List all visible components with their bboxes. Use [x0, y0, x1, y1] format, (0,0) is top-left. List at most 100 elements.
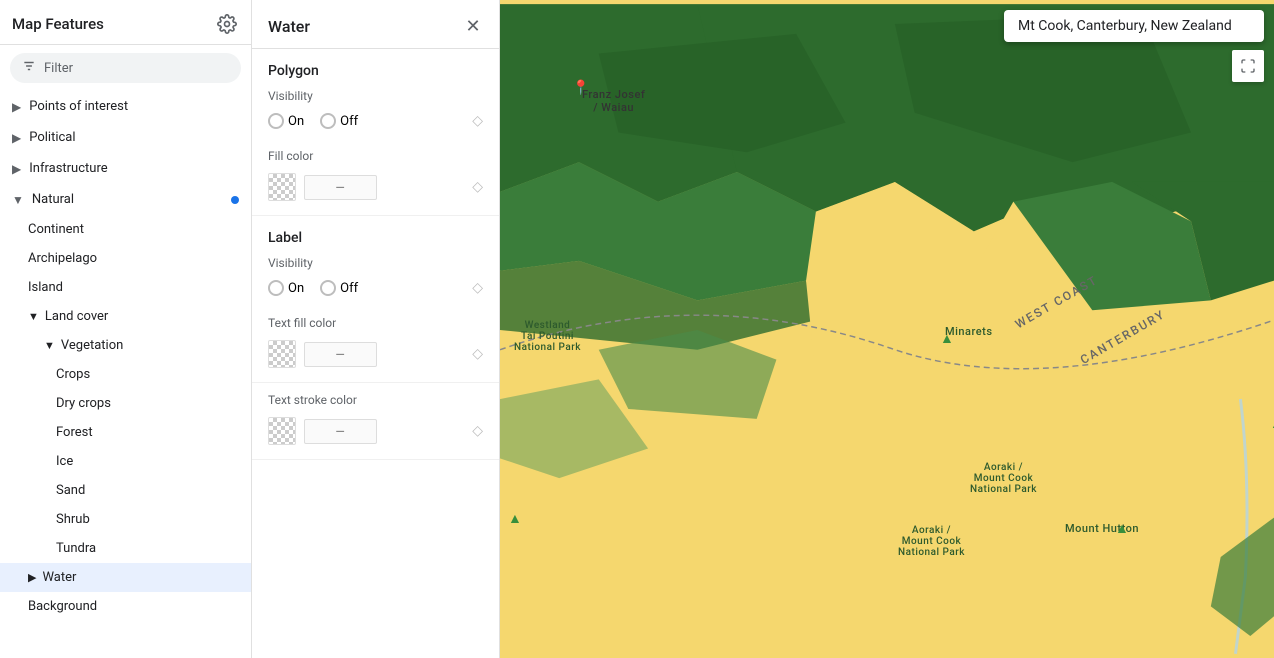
- chevron-right-icon: ▶: [12, 131, 21, 145]
- text-fill-color-label: Text fill color: [252, 306, 499, 334]
- sidebar-item-label: Shrub: [56, 512, 90, 527]
- middle-panel: Water ✕ Polygon Visibility On Off ◇ Fill…: [252, 0, 500, 658]
- sidebar-item-label: Points of interest: [29, 99, 128, 114]
- label-visibility-row: On Off ◇: [252, 276, 499, 306]
- label-visibility-label: Visibility: [252, 252, 499, 276]
- radio-circle: [268, 113, 284, 129]
- radio-circle: [320, 280, 336, 296]
- radio-circle: [320, 113, 336, 129]
- sidebar-item-sand[interactable]: Sand: [0, 476, 251, 505]
- on-label: On: [288, 281, 304, 296]
- sidebar-item-background[interactable]: Background: [0, 592, 251, 621]
- map-area[interactable]: 📍 ▲ ▲ ▲ ▲ ▲ WEST COAST CANTERBURY WEST C…: [500, 0, 1274, 658]
- label-on-radio[interactable]: On: [268, 280, 304, 296]
- map-pin-franz-josef: 📍: [572, 80, 589, 96]
- chevron-right-icon: ▶: [12, 100, 21, 114]
- chevron-down-icon: ▼: [28, 310, 39, 323]
- sidebar-item-label: Island: [28, 280, 63, 295]
- left-panel-title: Map Features: [12, 15, 104, 33]
- map-pin-mount-sibbald: ▲: [1270, 415, 1274, 432]
- sidebar-item-label: Crops: [56, 367, 90, 382]
- fill-color-label: Fill color: [252, 139, 499, 167]
- map-search-value: Mt Cook, Canterbury, New Zealand: [1018, 18, 1232, 34]
- gear-icon[interactable]: [215, 12, 239, 36]
- filter-icon: [22, 59, 36, 77]
- map-pin-minarets: ▲: [940, 330, 954, 347]
- sidebar-item-label: Background: [28, 599, 97, 614]
- sidebar-item-label: Tundra: [56, 541, 96, 556]
- sidebar-item-infrastructure[interactable]: ▶ Infrastructure: [0, 153, 251, 184]
- sidebar-item-label: Ice: [56, 454, 73, 469]
- sidebar-item-island[interactable]: Island: [0, 273, 251, 302]
- polygon-section-label: Polygon: [252, 49, 499, 85]
- fill-color-value[interactable]: –: [304, 175, 377, 200]
- chevron-right-icon: ▶: [12, 162, 21, 176]
- filter-label: Filter: [44, 61, 73, 76]
- off-label: Off: [340, 114, 358, 129]
- text-stroke-color-value[interactable]: –: [304, 419, 377, 444]
- label-text-stroke-color-row: – ◇: [252, 411, 499, 460]
- text-stroke-color-label: Text stroke color: [252, 383, 499, 411]
- sidebar-item-land-cover[interactable]: ▼ Land cover: [0, 302, 251, 331]
- text-fill-color-value[interactable]: –: [304, 342, 377, 367]
- label-visibility-group: On Off: [268, 280, 358, 296]
- fullscreen-button[interactable]: [1232, 50, 1264, 82]
- sidebar-item-archipelago[interactable]: Archipelago: [0, 244, 251, 273]
- chevron-down-icon: ▼: [44, 339, 55, 352]
- middle-panel-header: Water ✕: [252, 0, 499, 49]
- sidebar-item-label: Political: [29, 130, 75, 145]
- left-panel-header: Map Features: [0, 0, 251, 45]
- diamond-icon[interactable]: ◇: [472, 113, 483, 129]
- map-pin-mount-hutton: ▲: [1115, 520, 1129, 537]
- sidebar-item-shrub[interactable]: Shrub: [0, 505, 251, 534]
- polygon-off-radio[interactable]: Off: [320, 113, 358, 129]
- text-stroke-color-swatch[interactable]: [268, 417, 296, 445]
- polygon-on-radio[interactable]: On: [268, 113, 304, 129]
- label-off-radio[interactable]: Off: [320, 280, 358, 296]
- map-pin-westland: ▲: [508, 510, 522, 527]
- sidebar-item-vegetation[interactable]: ▼ Vegetation: [0, 331, 251, 360]
- sidebar-item-points-of-interest[interactable]: ▶ Points of interest: [0, 91, 251, 122]
- text-fill-color-swatch[interactable]: [268, 340, 296, 368]
- sidebar-item-political[interactable]: ▶ Political: [0, 122, 251, 153]
- diamond-icon[interactable]: ◇: [472, 423, 483, 439]
- sidebar-item-label: Natural: [32, 192, 74, 207]
- sidebar-item-continent[interactable]: Continent: [0, 215, 251, 244]
- sidebar-item-label: Land cover: [45, 309, 108, 324]
- sidebar-item-label: Sand: [56, 483, 85, 498]
- chevron-down-icon: ▼: [12, 193, 24, 207]
- map-search-bar[interactable]: Mt Cook, Canterbury, New Zealand: [1004, 10, 1264, 42]
- sidebar-item-ice[interactable]: Ice: [0, 447, 251, 476]
- sidebar-item-label: Archipelago: [28, 251, 97, 266]
- chevron-right-icon: ▶: [28, 571, 36, 584]
- sidebar-item-dry-crops[interactable]: Dry crops: [0, 389, 251, 418]
- filter-bar[interactable]: Filter: [10, 53, 241, 83]
- sidebar-item-water[interactable]: ▶ Water: [0, 563, 251, 592]
- fill-color-swatch[interactable]: [268, 173, 296, 201]
- radio-circle: [268, 280, 284, 296]
- diamond-icon[interactable]: ◇: [472, 280, 483, 296]
- polygon-visibility-row: On Off ◇: [252, 109, 499, 139]
- close-button[interactable]: ✕: [459, 12, 487, 40]
- sidebar-item-crops[interactable]: Crops: [0, 360, 251, 389]
- sidebar-item-label: Vegetation: [61, 338, 123, 353]
- sidebar-item-label: Water: [42, 570, 76, 585]
- middle-panel-title: Water: [268, 17, 310, 36]
- polygon-visibility-group: On Off: [268, 113, 358, 129]
- diamond-icon[interactable]: ◇: [472, 346, 483, 362]
- left-panel: Map Features Filter ▶ Points of interest…: [0, 0, 252, 658]
- sidebar-item-natural[interactable]: ▼ Natural: [0, 184, 251, 215]
- sidebar-item-label: Forest: [56, 425, 93, 440]
- map-svg: [500, 0, 1274, 658]
- diamond-icon[interactable]: ◇: [472, 179, 483, 195]
- sidebar-item-forest[interactable]: Forest: [0, 418, 251, 447]
- sidebar-item-label: Dry crops: [56, 396, 111, 411]
- off-label: Off: [340, 281, 358, 296]
- polygon-fill-color-row: – ◇: [252, 167, 499, 216]
- label-section-label: Label: [252, 216, 499, 252]
- polygon-visibility-label: Visibility: [252, 85, 499, 109]
- on-label: On: [288, 114, 304, 129]
- sidebar-item-label: Infrastructure: [29, 161, 107, 176]
- sidebar-item-tundra[interactable]: Tundra: [0, 534, 251, 563]
- modified-dot: [231, 196, 239, 204]
